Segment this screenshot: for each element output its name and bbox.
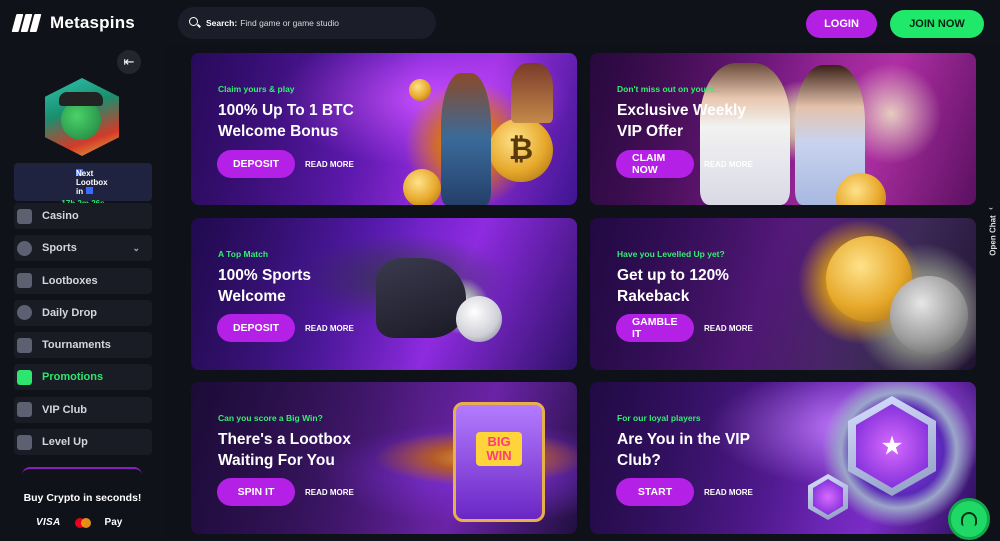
login-button[interactable]: LOGIN [806, 10, 877, 38]
football-icon [456, 296, 502, 342]
collapse-sidebar-button[interactable]: ⇤ [117, 50, 141, 74]
promo-subtitle: Claim yours & play [218, 84, 295, 94]
silver-coin-icon [890, 276, 968, 354]
sidebar-item-label: Daily Drop [42, 306, 98, 319]
promo-title: There's a Lootbox Waiting For You [218, 431, 351, 469]
deposit-button[interactable]: DEPOSIT [217, 314, 295, 342]
read-more-link[interactable]: READ MORE [305, 488, 354, 497]
promo-card-btc-welcome[interactable]: ₿ Claim yours & play 100% Up To 1 BTC We… [191, 53, 577, 205]
read-more-link[interactable]: READ MORE [704, 324, 753, 333]
cards-icon [17, 208, 32, 224]
promo-card-rakeback[interactable]: Have you Levelled Up yet? Get up to 120%… [590, 218, 976, 370]
sidebar-item-promotions[interactable]: Promotions [14, 364, 152, 391]
trophy-icon [17, 337, 32, 353]
promo-subtitle: For our loyal players [617, 413, 701, 423]
spin-it-button[interactable]: SPIN IT [217, 478, 295, 506]
search-placeholder: Find game or game studio [240, 18, 339, 28]
characters-illustration [511, 63, 553, 123]
promo-title: Are You in the VIP Club? [617, 431, 750, 469]
buy-crypto-title: Buy Crypto in seconds! [23, 492, 142, 504]
buy-crypto-button[interactable] [22, 467, 142, 477]
promo-subtitle: Don't miss out on yours... [617, 84, 722, 94]
sidebar-item-lootboxes[interactable]: Lootboxes [14, 267, 152, 294]
parrot-avatar-icon [61, 100, 101, 140]
sidebar-nav: Casino Sports ⌄ Lootboxes Daily Drop Tou… [14, 203, 152, 461]
headset-icon [961, 512, 977, 526]
deposit-button[interactable]: DEPOSIT [217, 150, 295, 178]
football-boot-illustration [376, 258, 466, 338]
live-support-button[interactable] [948, 498, 990, 540]
promo-card-sports-welcome[interactable]: A Top Match 100% Sports Welcome DEPOSIT … [191, 218, 577, 370]
characters-illustration [441, 73, 491, 205]
megaphone-icon [17, 369, 32, 385]
menu-collapse-icon: ⇤ [123, 54, 135, 69]
promo-card-vip-club[interactable]: ★ For our loyal players Are You in the V… [590, 382, 976, 534]
promo-card-lootbox[interactable]: BIG WIN Can you score a Big Win? There's… [191, 382, 577, 534]
sidebar-item-level-up[interactable]: Level Up [14, 429, 152, 456]
read-more-link[interactable]: READ MORE [305, 160, 354, 169]
search-label: Search: [206, 18, 238, 28]
start-button[interactable]: START [616, 478, 694, 506]
sidebar-item-casino[interactable]: Casino [14, 203, 152, 229]
big-win-badge: BIG WIN [476, 432, 522, 466]
read-more-link[interactable]: READ MORE [704, 488, 753, 497]
drop-icon [17, 305, 32, 321]
sidebar-item-label: Tournaments [42, 339, 111, 352]
chevron-down-icon[interactable]: ⌄ [132, 243, 140, 254]
promo-title: 100% Up To 1 BTC Welcome Bonus [218, 102, 354, 140]
sidebar-item-daily-drop[interactable]: Daily Drop [14, 299, 152, 326]
sidebar-item-sports[interactable]: Sports ⌄ [14, 235, 152, 262]
sidebar: ⇤ Next Lootbox in 17h 2m 26s Casino Spor… [0, 46, 165, 541]
promo-title: Exclusive Weekly VIP Offer [617, 102, 746, 140]
sidebar-item-label: Sports [42, 242, 77, 255]
crown-icon [17, 402, 32, 418]
lootbox-timer[interactable]: Next Lootbox in 17h 2m 26s [14, 163, 152, 208]
chart-icon [17, 434, 32, 450]
claim-now-button[interactable]: CLAIM NOW [616, 150, 694, 178]
read-more-link[interactable]: READ MORE [704, 160, 753, 169]
top-bar: Metaspins Search: Find game or game stud… [0, 0, 1000, 46]
gift-icon [17, 273, 32, 289]
sidebar-item-vip-club[interactable]: VIP Club [14, 396, 152, 423]
gold-coin-icon [403, 169, 441, 205]
logo-text: Metaspins [50, 13, 135, 32]
sidebar-item-label: Casino [42, 210, 79, 222]
promo-card-vip-offer[interactable]: Don't miss out on yours... Exclusive Wee… [590, 53, 976, 205]
apple-pay-logo: Pay [104, 517, 123, 528]
pirate-hat-icon [59, 92, 103, 106]
open-chat-tab[interactable]: ‹ Open Chat [985, 200, 1000, 270]
promo-title: 100% Sports Welcome [218, 267, 312, 305]
logo[interactable]: Metaspins [11, 12, 135, 34]
lootbox-timer-title: Next Lootbox in [76, 169, 108, 196]
visa-logo: VISA [36, 517, 61, 528]
join-now-button[interactable]: JOIN NOW [890, 10, 984, 38]
payment-methods: VISA Pay [36, 517, 122, 528]
gold-coin-icon [409, 79, 431, 101]
chevron-left-icon: ‹ [985, 207, 995, 210]
promo-subtitle: A Top Match [218, 249, 269, 259]
promo-subtitle: Have you Levelled Up yet? [617, 249, 725, 259]
open-chat-label: Open Chat [988, 214, 998, 256]
sidebar-item-label: Promotions [42, 371, 104, 384]
promo-title: Get up to 120% Rakeback [617, 267, 729, 305]
search-icon [189, 17, 198, 26]
gamble-it-button[interactable]: GAMBLE IT [616, 314, 694, 342]
mastercard-logo [74, 517, 91, 528]
sidebar-item-label: Lootboxes [42, 274, 98, 287]
sidebar-item-label: Level Up [42, 436, 88, 449]
read-more-link[interactable]: READ MORE [305, 324, 354, 333]
logo-mark-icon [11, 12, 46, 34]
sidebar-item-label: VIP Club [42, 403, 88, 416]
ball-icon [17, 240, 32, 256]
promo-subtitle: Can you score a Big Win? [218, 413, 323, 423]
bitcoin-coin-icon: ₿ [489, 118, 553, 182]
avatar[interactable] [45, 78, 119, 156]
vip-badge-icon: ★ [848, 396, 936, 496]
info-icon [86, 187, 93, 194]
search-input[interactable]: Search: Find game or game studio [178, 7, 436, 39]
sidebar-item-tournaments[interactable]: Tournaments [14, 332, 152, 359]
